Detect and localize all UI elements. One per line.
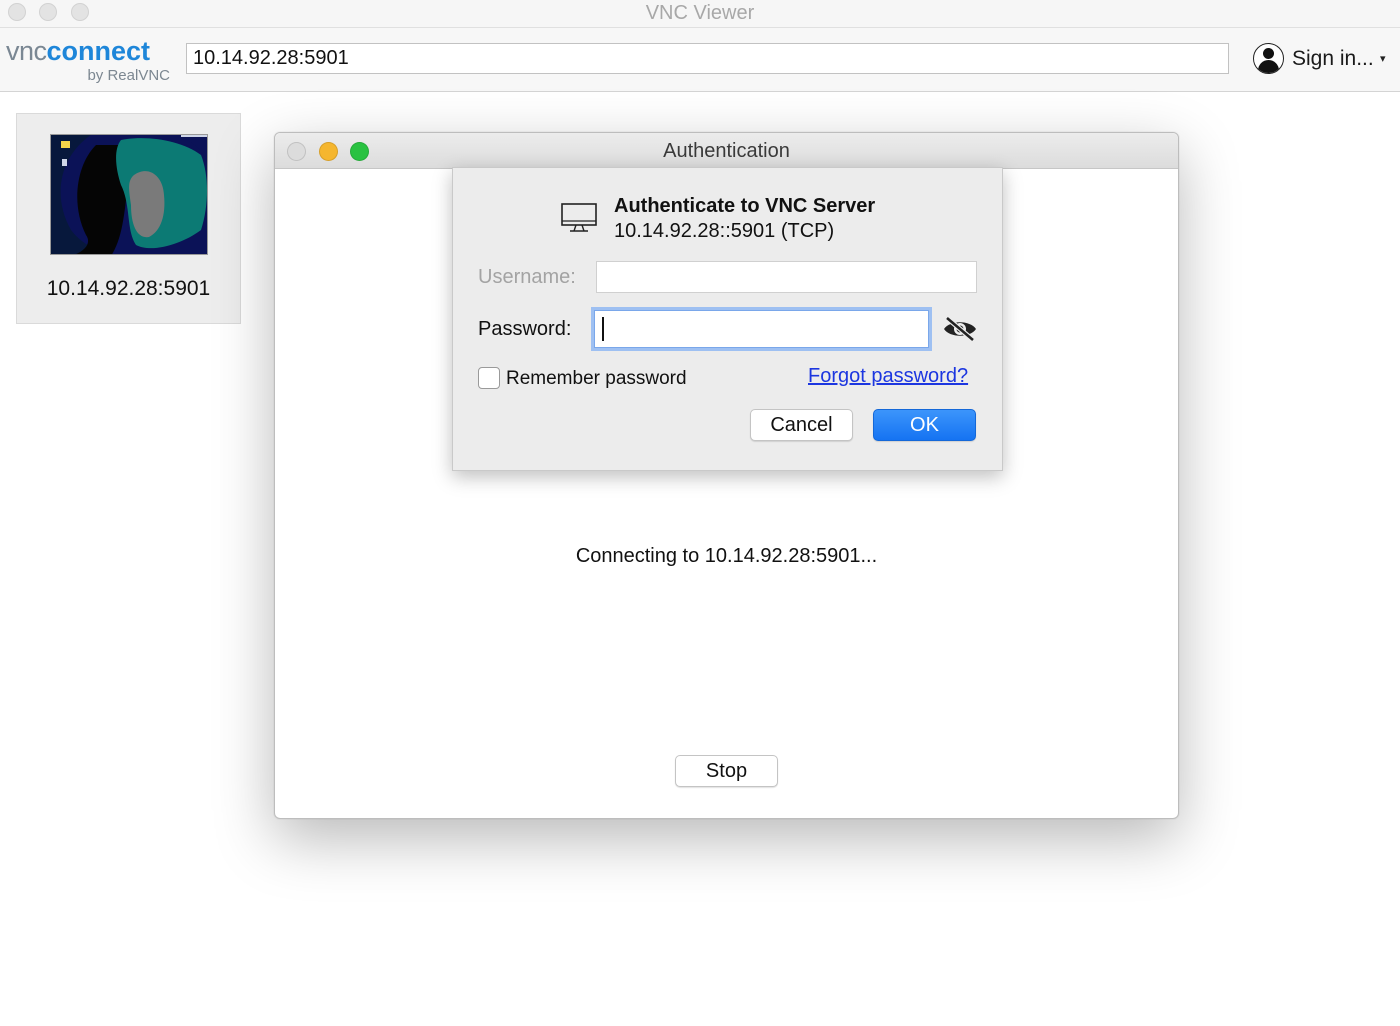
password-label: Password: xyxy=(478,318,572,340)
username-label: Username: xyxy=(478,266,576,288)
monitor-icon xyxy=(561,203,597,232)
logo-wordmark: vncconnect xyxy=(6,36,150,66)
stop-button[interactable]: Stop xyxy=(675,755,778,787)
window-title: VNC Viewer xyxy=(645,2,755,24)
toolbar: vncconnect by RealVNC Sign in... ▾ xyxy=(0,28,1400,92)
connection-title: Authentication xyxy=(663,140,790,162)
remember-password-checkbox[interactable] xyxy=(478,367,500,389)
connecting-status: Connecting to 10.14.92.28:5901... xyxy=(575,545,878,567)
auth-heading: Authenticate to VNC Server xyxy=(614,195,876,217)
text-cursor xyxy=(602,317,604,341)
username-field[interactable] xyxy=(596,261,977,293)
authentication-dialog: Authenticate to VNC Server 10.14.92.28::… xyxy=(452,167,1003,471)
sign-in-menu[interactable]: Sign in... ▾ xyxy=(1253,43,1393,76)
sign-in-label: Sign in... xyxy=(1292,47,1374,70)
logo-byline: by RealVNC xyxy=(87,67,170,84)
eye-slash-icon[interactable] xyxy=(942,315,978,343)
connection-titlebar: Authentication xyxy=(275,133,1178,169)
ok-button[interactable]: OK xyxy=(873,409,976,441)
chevron-down-icon: ▾ xyxy=(1380,53,1386,65)
remember-password-label[interactable]: Remember password xyxy=(506,368,687,390)
logo-connect-text: connect xyxy=(46,36,151,66)
forgot-password-link[interactable]: Forgot password? xyxy=(808,365,968,388)
password-field[interactable] xyxy=(594,310,929,348)
desktop-thumbnail xyxy=(50,134,208,255)
auth-server-address: 10.14.92.28::5901 (TCP) xyxy=(614,220,835,242)
vnc-connect-logo: vncconnect by RealVNC xyxy=(6,36,172,86)
cancel-button[interactable]: Cancel xyxy=(750,409,853,441)
logo-vnc-text: vnc xyxy=(6,36,47,66)
user-avatar-icon xyxy=(1253,43,1284,74)
tile-label: 10.14.92.28:5901 xyxy=(46,277,211,300)
window-titlebar: VNC Viewer xyxy=(0,0,1400,28)
address-book-tile[interactable]: 10.14.92.28:5901 xyxy=(16,113,241,324)
address-bar[interactable] xyxy=(186,43,1229,74)
